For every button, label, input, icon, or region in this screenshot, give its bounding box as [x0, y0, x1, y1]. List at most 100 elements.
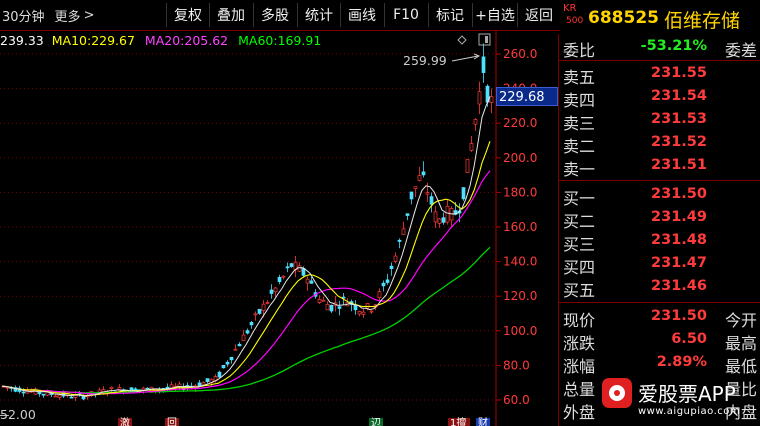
ask-label: 卖四: [563, 91, 596, 110]
divider: [559, 180, 760, 181]
more-arrow-icon[interactable]: >: [84, 8, 95, 23]
event-marker[interactable]: 财: [478, 416, 488, 426]
price-grid: [0, 53, 496, 401]
bid-label: 买二: [563, 212, 596, 231]
event-marker[interactable]: 辺: [371, 417, 381, 426]
ask-row[interactable]: 卖五 231.55: [559, 63, 760, 87]
candle-body: [285, 266, 290, 269]
period-selector[interactable]: 30分钟 更多 >: [0, 0, 94, 30]
candle-body: [481, 56, 486, 73]
f10-button[interactable]: F10: [384, 3, 427, 27]
ask-price: 231.51: [651, 157, 707, 173]
ask-row[interactable]: 卖四 231.54: [559, 86, 760, 110]
mark-button[interactable]: 标记: [428, 3, 471, 27]
diamond-icon[interactable]: [457, 35, 467, 45]
bid-price: 231.48: [651, 232, 707, 248]
brand-url: www.aigupiao.com: [638, 406, 741, 417]
candle-body: [57, 394, 62, 398]
candle-body: [325, 304, 330, 311]
bid-row[interactable]: 买一 231.50: [559, 184, 760, 208]
ask-price: 231.55: [651, 65, 707, 81]
candle-body: [269, 289, 274, 294]
draw-line-button[interactable]: 画线: [340, 3, 383, 27]
candle-body: [253, 313, 258, 316]
event-marker[interactable]: 1擅: [450, 416, 466, 426]
ask-row[interactable]: 卖三 231.53: [559, 109, 760, 133]
high-price-label: 259.99: [403, 53, 447, 68]
quote-label: 总量: [563, 380, 596, 399]
candle-body: [425, 192, 430, 195]
ma60-value: 169.91: [277, 33, 322, 48]
candle-body: [109, 386, 114, 389]
candle-body: [397, 239, 402, 242]
multi-stock-button[interactable]: 多股: [253, 3, 296, 27]
candle-body: [145, 387, 150, 390]
candle-body: [53, 395, 58, 398]
kline-chart[interactable]: 260.0240.0220.0200.0180.0160.0140.0120.0…: [0, 30, 558, 426]
ma10-value: 229.67: [91, 33, 135, 48]
window-icon[interactable]: [478, 33, 491, 46]
bid-price: 231.50: [651, 186, 707, 202]
ask-label: 卖五: [563, 68, 596, 87]
back-button[interactable]: 返回: [517, 3, 560, 27]
bid-row[interactable]: 买四 231.47: [559, 253, 760, 277]
candle-body: [337, 306, 342, 309]
statistics-button[interactable]: 统计: [297, 3, 340, 27]
quote-value: 2.89%: [656, 354, 707, 370]
candle-body: [221, 365, 226, 369]
candle-body: [289, 263, 294, 267]
ask-row[interactable]: 卖一 231.51: [559, 155, 760, 179]
weibi-label: 委比: [563, 41, 596, 60]
bid-label: 买五: [563, 281, 596, 300]
ask-row[interactable]: 卖二 231.52: [559, 132, 760, 156]
candle-body: [249, 322, 254, 326]
ma20-label: MA20:: [144, 33, 185, 48]
ma10-line: [1, 141, 491, 397]
candle-body: [225, 361, 230, 365]
tick-label: 180.0: [503, 185, 537, 199]
candle-body: [445, 205, 450, 223]
bid-row[interactable]: 买五 231.46: [559, 276, 760, 300]
candle-body: [117, 387, 122, 390]
candle-body: [357, 311, 362, 315]
bid-price: 231.49: [651, 209, 707, 225]
candle-body: [461, 187, 466, 200]
candle-body: [277, 276, 282, 283]
candle-body: [21, 391, 26, 394]
candle-body: [245, 330, 250, 334]
add-watchlist-button[interactable]: +自选: [472, 3, 517, 27]
candle-body: [437, 218, 442, 224]
candle-body: [217, 371, 222, 378]
tick-label: 120.0: [503, 289, 537, 303]
candle-body: [413, 186, 418, 189]
ma5-value: 239.33: [0, 33, 44, 48]
ask-label: 卖二: [563, 137, 596, 156]
fuquan-button[interactable]: 复权: [166, 3, 209, 27]
quote-row: 涨幅 2.89% 最低: [559, 352, 760, 376]
bid-label: 买四: [563, 258, 596, 277]
tick-label: 60.0: [503, 393, 530, 407]
bid-row[interactable]: 买三 231.48: [559, 230, 760, 254]
candle-body: [261, 303, 266, 312]
event-marker[interactable]: 激: [120, 416, 130, 426]
more-label[interactable]: 更多: [55, 6, 81, 25]
candle-body: [69, 396, 74, 399]
candle-body: [321, 299, 326, 302]
divider: [559, 60, 760, 61]
candle-body: [297, 265, 302, 272]
bid-row[interactable]: 买二 231.49: [559, 207, 760, 231]
period-label[interactable]: 30分钟: [2, 6, 45, 25]
weibi-value: -53.21%: [640, 38, 707, 54]
candle-body: [377, 291, 382, 298]
market-badge-sub: 500: [566, 16, 584, 26]
candle-body: [489, 96, 494, 103]
candle-body: [41, 393, 46, 396]
candle-body: [241, 334, 246, 342]
candle-body: [417, 175, 422, 181]
ask-label: 卖一: [563, 160, 596, 179]
brand-logo-icon: [602, 378, 632, 408]
overlay-button[interactable]: 叠加: [209, 3, 252, 27]
divider: [559, 302, 760, 303]
event-marker[interactable]: 回: [167, 417, 177, 426]
candle-body: [441, 217, 446, 223]
